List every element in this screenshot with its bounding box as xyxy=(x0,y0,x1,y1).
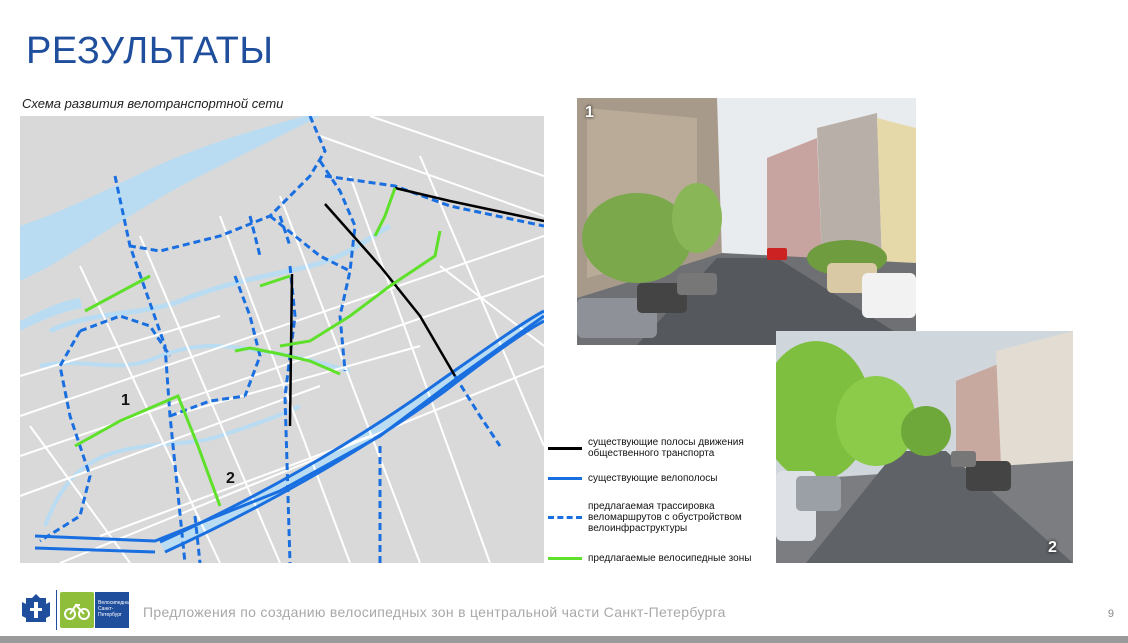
bike-network-map: 1 2 xyxy=(20,116,544,563)
zone-label-2: 2 xyxy=(226,470,235,487)
street-photo-2: 2 xyxy=(776,331,1073,563)
legend-item-transit: существующие полосы движения общественно… xyxy=(548,437,744,459)
photo-2-label: 2 xyxy=(1048,539,1057,556)
coat-of-arms-icon xyxy=(22,594,50,622)
bicycle-logo xyxy=(60,592,94,628)
bike-logo-text-3: Петербург xyxy=(98,612,122,618)
photo-1-label: 1 xyxy=(585,104,594,121)
legend-label-bike-lanes: существующие велополосы xyxy=(588,473,718,484)
legend-label-transit: существующие полосы движения общественно… xyxy=(588,437,744,459)
city-coat-of-arms-logo xyxy=(18,592,54,628)
legend-label-proposed-line3: велоинфраструктуры xyxy=(588,523,688,534)
page-number: 9 xyxy=(1107,608,1114,620)
bicycle-icon xyxy=(64,603,90,620)
legend-item-bike-lanes: существующие велополосы xyxy=(548,473,717,484)
legend-swatch-bike-zones xyxy=(548,557,582,560)
legend-swatch-proposed-routes xyxy=(548,516,582,519)
map-subtitle: Схема развития велотранспортной сети xyxy=(22,96,284,111)
map-canvas xyxy=(20,116,544,563)
footer-text: Предложения по созданию велосипедных зон… xyxy=(143,604,726,620)
bike-spb-logo: Велосипедная Санкт- Петербург xyxy=(95,592,132,628)
zone-label-1: 1 xyxy=(121,392,130,409)
street-photo-1: 1 xyxy=(577,98,916,345)
legend-swatch-transit xyxy=(548,446,582,450)
legend-label-proposed-line2: веломаршрутов с обустройством xyxy=(588,512,742,523)
slide-title: РЕЗУЛЬТАТЫ xyxy=(26,30,274,72)
street-photo-1-image xyxy=(577,98,916,345)
logo-divider xyxy=(56,590,57,630)
legend-label-bike-zones: предлагаемые велосипедные зоны xyxy=(588,553,752,564)
legend-item-bike-zones: предлагаемые велосипедные зоны xyxy=(548,553,751,564)
legend-swatch-bike-lanes xyxy=(548,477,582,480)
legend-label-transit-line2: общественного транспорта xyxy=(588,448,715,459)
legend-item-proposed-routes: предлагаемая трассировка веломаршрутов с… xyxy=(548,501,742,534)
legend-label-transit-line1: существующие полосы движения xyxy=(588,437,744,448)
footer-bar xyxy=(0,636,1128,643)
legend-label-proposed-routes: предлагаемая трассировка веломаршрутов с… xyxy=(588,501,742,534)
legend-label-proposed-line1: предлагаемая трассировка xyxy=(588,501,715,512)
street-photo-2-image xyxy=(776,331,1073,563)
